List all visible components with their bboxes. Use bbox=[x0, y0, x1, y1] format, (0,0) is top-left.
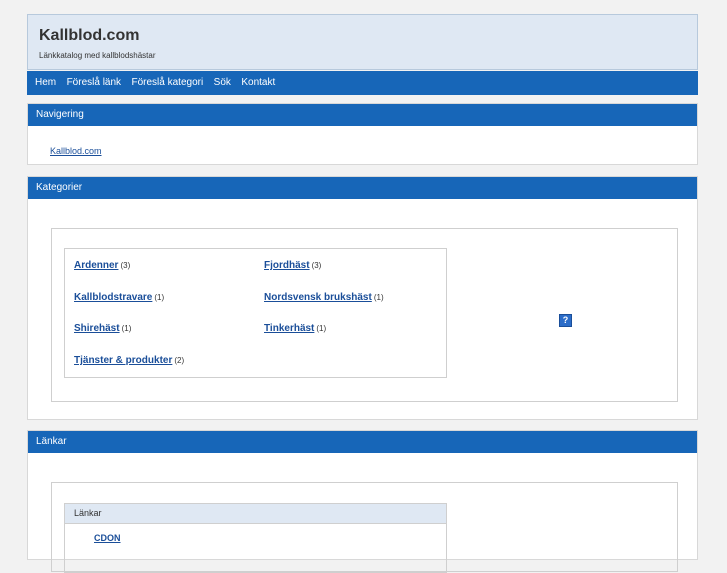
categories-container: Ardenner (3) Fjordhäst (3) Kallblodstravar… bbox=[51, 228, 678, 402]
category-item: Kallblodstravare (1) bbox=[74, 292, 164, 303]
breadcrumb-home-link[interactable]: Kallblod.com bbox=[50, 146, 102, 156]
links-container: Länkar CDON bbox=[51, 482, 678, 573]
category-link-kallblodstravare[interactable]: Kallblodstravare bbox=[74, 292, 152, 303]
category-link-tjanster-produkter[interactable]: Tjänster & produkter bbox=[74, 355, 172, 366]
links-box-title: Länkar bbox=[65, 504, 446, 524]
category-count: (1) bbox=[316, 324, 327, 333]
site-slogan: Länkkatalog med kallblodshästar bbox=[39, 51, 156, 60]
category-item: Tinkerhäst (1) bbox=[264, 323, 326, 334]
category-link-tinkerhast[interactable]: Tinkerhäst bbox=[264, 323, 314, 334]
category-item: Tjänster & produkter (2) bbox=[74, 355, 184, 366]
category-link-ardenner[interactable]: Ardenner bbox=[74, 260, 118, 271]
categories-list: Ardenner (3) Fjordhäst (3) Kallblodstravar… bbox=[64, 248, 447, 378]
navigation-panel: Navigering Kallblod.com bbox=[27, 103, 698, 165]
category-count: (1) bbox=[121, 324, 132, 333]
category-link-shirehast[interactable]: Shirehäst bbox=[74, 323, 120, 334]
nav-suggest-category[interactable]: Föreslå kategori bbox=[132, 71, 204, 95]
categories-panel: Kategorier Ardenner (3) Fjordhäst (3) Kall… bbox=[27, 176, 698, 420]
link-cdon[interactable]: CDON bbox=[94, 533, 121, 543]
categories-panel-title: Kategorier bbox=[28, 177, 697, 199]
help-icon[interactable]: ? bbox=[559, 314, 572, 327]
category-count: (2) bbox=[174, 356, 185, 365]
nav-search[interactable]: Sök bbox=[214, 71, 231, 95]
category-link-fjordhast[interactable]: Fjordhäst bbox=[264, 260, 310, 271]
category-link-nordsvensk-brukshast[interactable]: Nordsvensk brukshäst bbox=[264, 292, 372, 303]
site-title[interactable]: Kallblod.com bbox=[39, 27, 139, 45]
nav-suggest-link[interactable]: Föreslå länk bbox=[67, 71, 121, 95]
category-count: (1) bbox=[154, 293, 165, 302]
category-item: Fjordhäst (3) bbox=[264, 260, 321, 271]
navigation-panel-title: Navigering bbox=[28, 104, 697, 126]
nav-contact[interactable]: Kontakt bbox=[241, 71, 275, 95]
category-item: Nordsvensk brukshäst (1) bbox=[264, 292, 384, 303]
links-panel-title: Länkar bbox=[28, 431, 697, 453]
category-item: Ardenner (3) bbox=[74, 260, 130, 271]
category-count: (1) bbox=[373, 293, 384, 302]
links-panel: Länkar Länkar CDON bbox=[27, 430, 698, 573]
category-count: (3) bbox=[311, 261, 322, 270]
category-item: Shirehäst (1) bbox=[74, 323, 131, 334]
links-box: Länkar CDON bbox=[64, 503, 447, 573]
nav-home[interactable]: Hem bbox=[35, 71, 56, 95]
site-header: Kallblod.com Länkkatalog med kallblodshä… bbox=[27, 14, 698, 70]
main-nav: Hem Föreslå länk Föreslå kategori Sök Ko… bbox=[27, 71, 698, 95]
category-count: (3) bbox=[120, 261, 131, 270]
